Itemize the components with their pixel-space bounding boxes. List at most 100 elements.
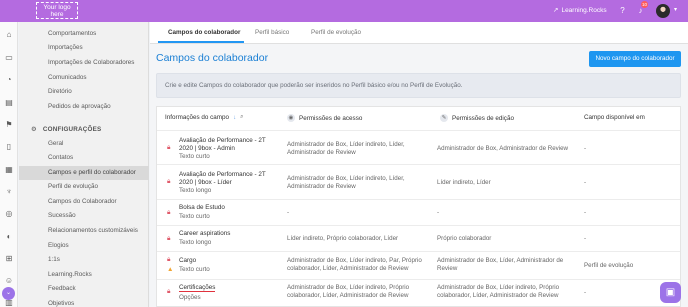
available-in: - [584,179,587,186]
edit-permissions: Administrador de Box, Administrador de R… [437,145,569,152]
speedometer-icon[interactable]: ◐ [4,232,14,242]
field-type: Opções [179,294,201,301]
access-permissions: Líder indireto, Próprio colaborador, Líd… [287,235,399,242]
nav-pedidos-aprovacao[interactable]: Pedidos de aprovação [19,100,149,114]
table-row[interactable]: 🔒︎ Career aspirations Texto longo Líder … [157,225,680,251]
home-icon[interactable]: ⌂ [4,30,14,40]
lock-icon: 🔒︎ [167,288,171,295]
table-row[interactable]: 🔒︎ Certificações Opções Administrador de… [157,279,680,306]
nav-importacoes[interactable]: Importações [19,41,149,55]
gauge-icon[interactable]: ◔ [4,75,14,85]
nav-geral[interactable]: Geral [19,137,149,151]
available-in: - [584,145,587,152]
field-name[interactable]: Certificações [179,284,274,292]
field-name[interactable]: Career aspirations [179,230,274,238]
tab-bar: Campos do colaborador Perfil básico Perf… [150,22,688,44]
header-edit-label: Permissões de edição [452,114,514,122]
nav-elogios[interactable]: Elogios [19,239,149,253]
user-avatar[interactable] [656,4,670,18]
learning-rocks-link[interactable]: ↗ Learning.Rocks [553,6,607,15]
company-logo[interactable]: Your logo here [36,2,78,19]
nav-objetivos[interactable]: Objetivos [19,297,149,307]
tab-perfil-evolucao[interactable]: Perfil de evolução [311,29,361,36]
org-chart-icon[interactable]: ⊞ [4,254,14,264]
available-in: Perfil de evolução [584,262,634,269]
field-name[interactable]: Avaliação de Performance - 2T 2020 | 9bo… [179,137,274,153]
table-row[interactable]: 🔒︎ Bolsa de Estudo Texto curto - - - [157,199,680,225]
nav-perfil-evolucao[interactable]: Perfil de evolução [19,180,149,194]
sort-arrow-icon[interactable]: ↓ [233,115,236,121]
pencil-icon: ✎ [440,114,448,122]
eye-icon: ◉ [287,114,295,122]
edit-permissions: Administrador de Box, Líder, Administrad… [437,257,564,272]
flag-icon[interactable]: ⚑ [4,120,14,130]
people-icon[interactable]: ☺ [4,276,14,286]
header-info[interactable]: Informações do campo ↓ ⌕ [165,114,243,121]
field-type: Texto longo [179,239,212,246]
access-permissions: - [287,209,290,216]
header-access: ◉ Permissões de acesso [287,114,362,122]
table-row[interactable]: 🔒︎ ▲ Cargo Texto curto Administrador de … [157,251,680,279]
document-icon[interactable]: ▤ [4,98,14,108]
brand-label: Learning.Rocks [561,6,607,14]
field-name-text[interactable]: Certificações [179,284,216,292]
field-name[interactable]: Cargo [179,257,274,265]
chart-icon[interactable]: ▦ [4,165,14,175]
field-type: Texto curto [179,213,210,220]
gear-icon: ⚙ [31,126,37,133]
search-icon[interactable]: ⌕ [240,114,243,121]
nav-campos-do-colaborador[interactable]: Campos do Colaborador [19,195,149,209]
main-content: Campos do colaborador Perfil básico Perf… [150,22,688,307]
nav-feedback[interactable]: Feedback [19,282,149,296]
lock-icon: 🔒︎ [167,256,171,263]
edit-permissions: Administrador de Box, Líder indireto, Pr… [437,284,560,299]
section-title: CONFIGURAÇÕES [42,126,102,133]
lock-icon: 🔒︎ [167,235,171,242]
field-name[interactable]: Bolsa de Estudo [179,204,274,212]
notification-badge: 10 [641,1,648,8]
info-banner: Crie e edite Campos do colaborador que p… [156,73,681,98]
field-name[interactable]: Avaliação de Performance - 2T 2020 | 9bo… [179,171,274,187]
warning-icon: ▲ [167,266,174,273]
lock-icon: 🔒︎ [167,178,171,185]
configuracoes-section: ⚙ CONFIGURAÇÕES [31,126,149,133]
tab-perfil-basico[interactable]: Perfil básico [255,29,289,36]
nav-comportamentos[interactable]: Comportamentos [19,27,149,41]
header-available-label: Campo disponível em [584,114,645,121]
nav-comunicados[interactable]: Comunicados [19,71,149,85]
nav-contatos[interactable]: Contatos [19,151,149,165]
target-icon[interactable]: ◎ [4,209,14,219]
available-in: - [584,209,587,216]
building-icon[interactable]: ▥ [4,298,14,307]
clipboard-icon[interactable]: ▯ [4,142,14,152]
table-row[interactable]: 🔒︎ Avaliação de Performance - 2T 2020 | … [157,164,680,199]
lock-icon: 🔒︎ [167,209,171,216]
settings-sidebar: Comportamentos Importações Importações d… [19,22,149,307]
access-permissions: Administrador de Box, Líder indireto, Lí… [287,175,405,190]
new-field-button[interactable]: Novo campo do colaborador [589,51,681,67]
page-title: Campos do colaborador [156,52,269,64]
chevron-down-icon[interactable]: ▾ [674,6,677,13]
trophy-icon[interactable]: ♆ [4,187,14,197]
chat-widget-button[interactable]: ▣ [660,282,681,303]
edit-permissions: Próprio colaborador [437,235,492,242]
tab-campos-colaborador[interactable]: Campos do colaborador [168,29,240,36]
nav-learning-rocks[interactable]: Learning.Rocks [19,268,149,282]
nav-campos-perfil-colaborador[interactable]: Campos e perfil do colaborador [19,166,149,180]
table-row[interactable]: 🔒︎ Avaliação de Performance - 2T 2020 | … [157,130,680,164]
nav-sucessao[interactable]: Sucessão [19,209,149,223]
header-info-label: Informações do campo [165,114,230,121]
field-type: Texto longo [179,187,212,194]
header-available: Campo disponível em [584,114,645,121]
fields-table: Informações do campo ↓ ⌕ ◉ Permissões de… [156,106,681,307]
lock-icon: 🔒︎ [167,144,171,151]
nav-importacoes-colaboradores[interactable]: Importações de Colaboradores [19,56,149,70]
nav-relacionamentos[interactable]: Relacionamentos customizáveis [19,224,149,238]
edit-permissions: Líder indireto, Líder [437,179,491,186]
chat-icon[interactable]: ▭ [4,53,14,63]
help-icon[interactable]: ? [617,5,628,16]
nav-diretorio[interactable]: Diretório [19,85,149,99]
nav-one-on-ones[interactable]: 1:1s [19,253,149,267]
field-type: Texto curto [179,266,210,273]
header-edit: ✎ Permissões de edição [440,114,514,122]
